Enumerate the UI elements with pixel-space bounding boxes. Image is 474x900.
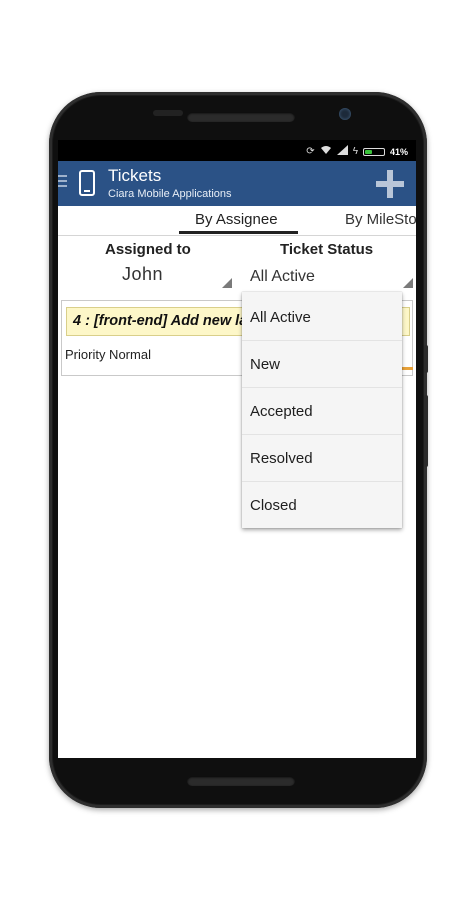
ticket-status-spinner[interactable]: All Active [250,268,315,286]
app-bar: Tickets Ciara Mobile Applications [58,161,416,206]
ticket-priority: Priority Normal [65,347,151,362]
status-option-all-active[interactable]: All Active [242,294,402,341]
add-ticket-icon[interactable] [376,170,404,198]
status-option-new[interactable]: New [242,341,402,388]
app-title: Tickets [108,166,162,185]
tab-by-milestone[interactable]: By MileSto [345,211,416,228]
status-option-accepted[interactable]: Accepted [242,388,402,435]
filter-section: Assigned to Ticket Status John All Activ… [58,236,416,296]
assigned-to-spinner[interactable]: John [122,264,163,285]
tab-bar: By Assignee By MileSto [58,206,416,236]
power-button [424,345,428,373]
volume-button [424,395,428,467]
ticket-status-dropdown: All Active New Accepted Resolved Closed [242,292,402,528]
mobile-device-icon [79,170,95,196]
selected-tab-indicator [179,231,298,234]
wifi-icon [320,145,332,158]
earpiece-speaker [187,112,295,122]
phone-screen: ⟳ ϟ 41% Tickets Ciara Mobile Application… [58,140,416,758]
ticket-status-label: Ticket Status [280,241,374,258]
battery-percent: 41% [389,146,408,157]
front-camera [339,108,351,120]
sync-icon: ⟳ [306,145,315,157]
assigned-to-spinner-arrow-icon[interactable] [222,278,232,288]
charging-icon: ϟ [352,145,358,157]
status-option-closed[interactable]: Closed [242,482,402,529]
tab-by-assignee[interactable]: By Assignee [195,211,278,228]
battery-icon [362,147,385,156]
status-bar: ⟳ ϟ 41% [58,140,416,161]
navigation-drawer-icon[interactable] [58,175,67,191]
ticket-title: 4 : [front-end] Add new la [73,313,248,329]
status-option-resolved[interactable]: Resolved [242,435,402,482]
proximity-sensor [153,110,183,116]
assigned-to-label: Assigned to [105,241,191,258]
signal-icon [336,145,348,158]
ticket-status-spinner-arrow-icon[interactable] [403,278,413,288]
app-subtitle: Ciara Mobile Applications [108,188,232,200]
bottom-speaker [187,776,295,786]
